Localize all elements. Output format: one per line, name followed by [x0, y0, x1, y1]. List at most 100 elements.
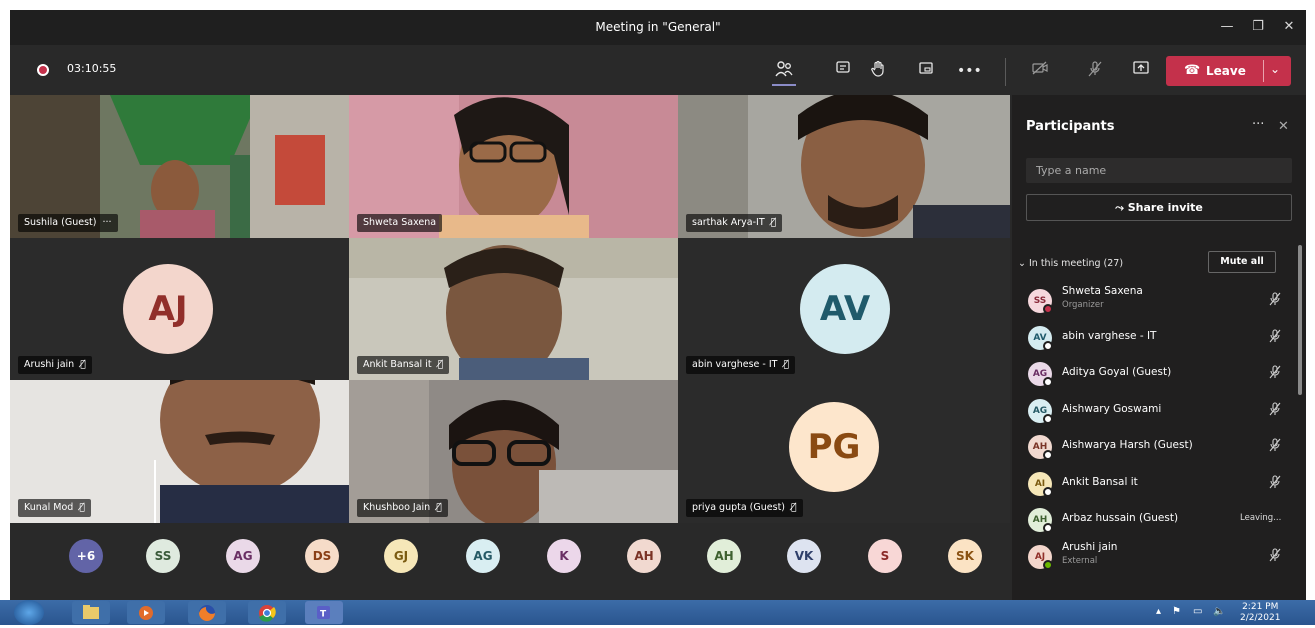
participant-row[interactable]: AI Ankit Bansal it — [1012, 465, 1302, 501]
mic-off-icon: 🎙̸ — [436, 502, 442, 513]
avatar-tile[interactable]: AV abin varghese - IT 🎙̸ — [678, 238, 1010, 380]
raise-hand-icon[interactable] — [867, 60, 889, 82]
flag-icon[interactable]: ⚑ — [1172, 606, 1181, 617]
participant-name: Shweta Saxena — [363, 217, 437, 228]
share-invite-button[interactable]: ⤳ Share invite — [1026, 194, 1292, 221]
mic-off-icon: 🎙̸ — [783, 359, 790, 370]
mic-off-icon: 🎙̸ — [80, 359, 86, 370]
tray-avatar[interactable]: DS — [305, 539, 339, 573]
scrollbar[interactable] — [1298, 245, 1302, 395]
participant-row[interactable]: AH Aishwarya Harsh (Guest) — [1012, 428, 1302, 464]
mic-off-icon[interactable] — [1268, 547, 1282, 565]
close-window-button[interactable]: ✕ — [1277, 16, 1301, 38]
tray-avatar[interactable]: AH — [627, 539, 661, 573]
video-tile[interactable]: Khushboo Jain 🎙̸ — [349, 380, 678, 523]
search-input[interactable] — [1026, 158, 1292, 183]
hang-up-icon: ☎ — [1184, 63, 1201, 78]
participant-name-tag: Arushi jain 🎙̸ — [18, 356, 92, 374]
participant-row[interactable]: AG Aditya Goyal (Guest) — [1012, 355, 1302, 391]
chrome-icon[interactable] — [248, 601, 286, 624]
mic-off-icon[interactable] — [1268, 328, 1282, 346]
taskbar-clock[interactable]: 2:21 PM 2/2/2021 — [1240, 602, 1280, 624]
maximize-button[interactable]: ❐ — [1246, 16, 1270, 38]
camera-off-icon[interactable] — [1029, 60, 1051, 82]
tray-avatar[interactable]: VK — [787, 539, 821, 573]
participant-row[interactable]: AG Aishwary Goswami — [1012, 392, 1302, 428]
tray-avatar[interactable]: GJ — [384, 539, 418, 573]
title-bar: Meeting in "General" — ❐ ✕ — [10, 10, 1306, 45]
volume-icon[interactable]: 🔈 — [1213, 606, 1225, 617]
rooms-icon[interactable] — [915, 60, 937, 82]
mic-off-icon[interactable] — [1268, 438, 1282, 455]
presence-status-icon — [1043, 450, 1053, 460]
teams-icon[interactable]: T — [305, 601, 343, 624]
minimize-button[interactable]: — — [1215, 16, 1239, 38]
presence-status-icon — [1043, 523, 1053, 533]
participant-row[interactable]: AH Arbaz hussain (Guest) Leaving... — [1012, 501, 1302, 537]
video-tile[interactable]: Ankit Bansal it 🎙̸ — [349, 238, 678, 380]
more-icon[interactable]: ··· — [1252, 117, 1264, 132]
participant-row[interactable]: SS Shweta Saxena Organizer — [1012, 282, 1302, 318]
participant-row[interactable]: AV abin varghese - IT — [1012, 319, 1302, 355]
mic-off-icon[interactable] — [1268, 365, 1282, 382]
svg-text:T: T — [320, 610, 327, 620]
leave-split-divider — [1263, 60, 1264, 82]
file-explorer-icon[interactable] — [72, 601, 110, 624]
mute-all-button[interactable]: Mute all — [1208, 251, 1276, 273]
panel-title: Participants — [1026, 119, 1115, 134]
participant-row[interactable]: AJ Arushi jain External — [1012, 538, 1302, 574]
chevron-down-icon: ⌄ — [1018, 258, 1029, 269]
participant-name-tag: Sushila (Guest) ··· — [18, 214, 118, 232]
tray-avatar[interactable]: SS — [146, 539, 180, 573]
mic-off-icon[interactable] — [1084, 60, 1106, 82]
start-button[interactable] — [14, 600, 44, 625]
video-tile[interactable]: Sushila (Guest) ··· — [10, 95, 349, 238]
tray-avatar[interactable]: S — [868, 539, 902, 573]
participant-name: Arbaz hussain (Guest) — [1062, 512, 1179, 524]
more-options-icon[interactable]: ••• — [957, 60, 982, 82]
video-tile[interactable]: sarthak Arya-IT 🎙̸ — [678, 95, 1010, 238]
avatar-tile[interactable]: PG priya gupta (Guest) 🎙̸ — [678, 380, 1010, 523]
mic-off-icon: 🎙̸ — [437, 359, 444, 370]
in-meeting-section-header[interactable]: ⌄ In this meeting (27) — [1018, 258, 1123, 269]
participant-name: abin varghese - IT — [692, 359, 778, 370]
video-grid: Sushila (Guest) ··· Shweta Saxena sartha… — [10, 95, 1010, 523]
mic-off-icon[interactable] — [1268, 401, 1282, 419]
participant-name-tag: Ankit Bansal it 🎙̸ — [357, 356, 450, 374]
video-tile[interactable]: Shweta Saxena — [349, 95, 678, 238]
active-tab-indicator — [772, 84, 796, 86]
tray-avatar[interactable]: K — [547, 539, 581, 573]
presence-status-icon — [1043, 340, 1053, 351]
participants-icon[interactable] — [773, 60, 795, 82]
participant-name: Sushila (Guest) — [24, 217, 97, 228]
presence-status-icon — [1043, 486, 1053, 497]
window-title: Meeting in "General" — [595, 20, 721, 34]
mic-off-icon[interactable] — [1268, 474, 1282, 492]
chat-icon[interactable] — [832, 60, 854, 82]
chevron-down-icon[interactable]: ⌄ — [1270, 62, 1280, 76]
participant-avatar: AV — [800, 264, 890, 354]
tray-avatar[interactable]: AH — [707, 539, 741, 573]
share-screen-icon[interactable] — [1130, 60, 1152, 82]
network-icon[interactable]: ▭ — [1193, 606, 1202, 617]
media-player-icon[interactable] — [127, 601, 165, 624]
participant-role: External — [1062, 555, 1098, 566]
avatar-tile[interactable]: AJ Arushi jain 🎙̸ — [10, 238, 349, 380]
tray-avatar[interactable]: SK — [948, 539, 982, 573]
tray-avatar[interactable]: AG — [226, 539, 260, 573]
more-icon[interactable]: ··· — [102, 217, 111, 228]
leave-button[interactable]: ☎ Leave ⌄ — [1166, 56, 1291, 86]
tray-avatar[interactable]: AG — [466, 539, 500, 573]
participant-name-tag: Kunal Mod 🎙̸ — [18, 499, 92, 517]
more-participants-button[interactable]: +6 — [69, 539, 103, 573]
clock-time: 2:21 PM — [1242, 602, 1279, 612]
mic-off-icon[interactable] — [1268, 292, 1282, 309]
firefox-icon[interactable] — [188, 601, 226, 624]
leaving-status: Leaving... — [1240, 513, 1282, 523]
video-tile[interactable]: Kunal Mod 🎙̸ — [10, 380, 349, 523]
show-hidden-icons-button[interactable]: ▴ — [1156, 606, 1161, 617]
participant-avatar: PG — [789, 402, 879, 492]
windows-taskbar: T ▴ ⚑ ▭ 🔈 2:21 PM 2/2/2021 — [0, 600, 1315, 625]
participant-name: Aishwarya Harsh (Guest) — [1062, 439, 1193, 451]
close-icon[interactable]: ✕ — [1278, 119, 1289, 134]
